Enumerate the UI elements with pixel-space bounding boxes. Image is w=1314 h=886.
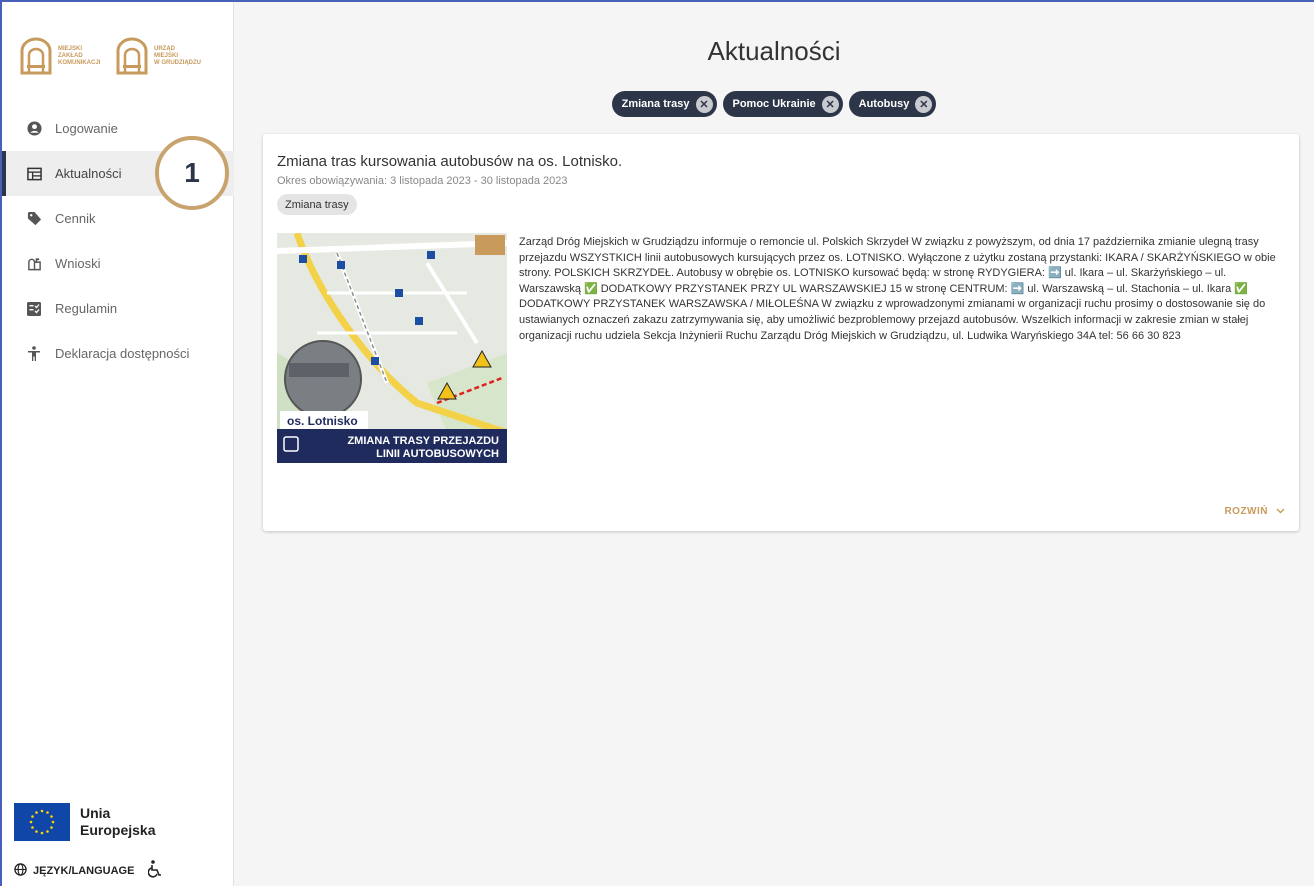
eu-label: Unia Europejska <box>80 805 156 838</box>
sidebar-item-label: Aktualności <box>55 166 122 181</box>
news-card: Zmiana tras kursowania autobusów na os. … <box>263 134 1299 531</box>
tag-icon <box>26 211 42 227</box>
thumb-banner-line2: LINII AUTOBUSOWYCH <box>376 448 499 460</box>
accessibility-icon <box>26 345 42 362</box>
chip-remove-icon[interactable]: ✕ <box>695 95 713 113</box>
sidebar-item-wnioski[interactable]: Wnioski <box>2 241 234 286</box>
eu-flag-icon <box>14 803 70 841</box>
sidebar-item-label: Logowanie <box>55 121 118 136</box>
article-body: Zarząd Dróg Miejskich w Grudziądzu infor… <box>519 236 1276 342</box>
article-thumbnail[interactable]: ZMIANA TRASY PRZEJAZDU LINII AUTOBUSOWYC… <box>277 233 507 463</box>
chip-label: Autobusy <box>858 98 910 110</box>
filter-chip-zmiana-trasy[interactable]: Zmiana trasy ✕ <box>611 91 717 117</box>
language-label: JĘZYK/LANGUAGE <box>33 864 135 877</box>
sidebar-item-deklaracja-dostepnosci[interactable]: Deklaracja dostępności <box>2 331 234 376</box>
sidebar-item-label: Regulamin <box>55 301 118 316</box>
chip-remove-icon[interactable]: ✕ <box>915 95 933 113</box>
chip-remove-icon[interactable]: ✕ <box>821 95 839 113</box>
checklist-icon <box>26 301 42 317</box>
article-title[interactable]: Zmiana tras kursowania autobusów na os. … <box>277 153 622 170</box>
page-title: Aktualności <box>707 36 841 66</box>
chip-label: Zmiana trasy <box>621 98 690 110</box>
account-circle-icon <box>26 121 42 137</box>
article-validity: Okres obowiązywania: 3 listopada 2023 - … <box>277 175 568 187</box>
sidebar-item-label: Wnioski <box>55 256 101 271</box>
expand-label: ROZWIŃ <box>1224 506 1268 517</box>
um-logo-icon <box>116 37 148 75</box>
mzk-logo-icon <box>20 37 52 75</box>
thumb-banner-line1: ZMIANA TRASY PRZEJAZDU <box>347 435 499 447</box>
sidebar-item-regulamin[interactable]: Regulamin <box>2 286 234 331</box>
filter-chip-autobusy[interactable]: Autobusy ✕ <box>848 91 937 117</box>
step-callout-badge: 1 <box>155 136 229 210</box>
expand-button[interactable]: ROZWIŃ <box>1224 506 1285 517</box>
um-logo-text: URZĄD MIEJSKI W GRUDZIĄDZU <box>154 45 201 66</box>
accessible-mode-icon[interactable] <box>148 860 162 881</box>
mailbox-icon <box>26 256 42 272</box>
filter-chip-pomoc-ukrainie[interactable]: Pomoc Ukrainie ✕ <box>722 91 843 117</box>
sidebar-item-label: Deklaracja dostępności <box>55 346 190 361</box>
sidebar: MIEJSKI ZAKŁAD KOMUNIKACJI URZĄD MIEJSKI… <box>2 2 234 886</box>
filter-chips: Zmiana trasy ✕ Pomoc Ukrainie ✕ Autobusy… <box>234 91 1314 117</box>
globe-icon <box>14 862 27 879</box>
chevron-down-icon <box>1276 506 1285 517</box>
language-switcher[interactable]: JĘZYK/LANGUAGE <box>14 860 162 881</box>
sidebar-item-label: Cennik <box>55 211 96 226</box>
eu-badge: Unia Europejska <box>14 803 155 841</box>
mzk-logo-text: MIEJSKI ZAKŁAD KOMUNIKACJI <box>58 45 101 66</box>
article-tag: Zmiana trasy <box>277 194 357 215</box>
chip-label: Pomoc Ukrainie <box>732 98 816 110</box>
brand-logos[interactable]: MIEJSKI ZAKŁAD KOMUNIKACJI URZĄD MIEJSKI… <box>20 34 212 78</box>
thumb-caption: os. Lotnisko <box>287 414 358 428</box>
newspaper-icon <box>26 166 42 182</box>
